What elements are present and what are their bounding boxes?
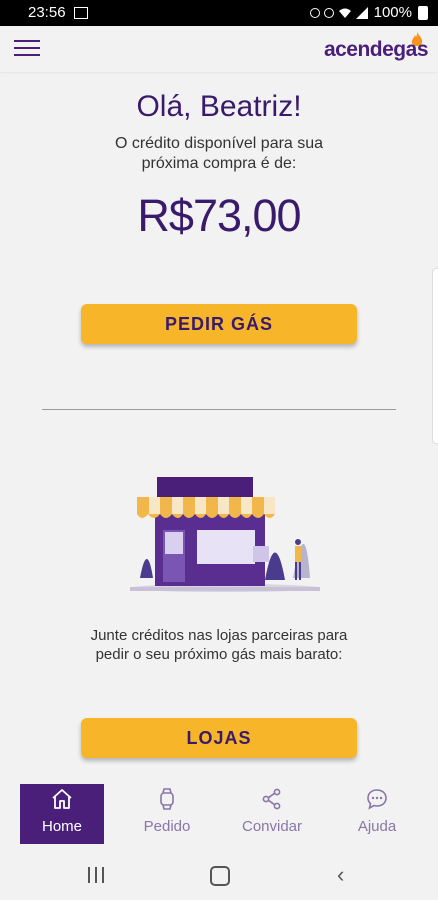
nav-home-label: Home [41, 818, 82, 835]
signal-icon [355, 6, 368, 19]
stores-button[interactable]: LOJAS [81, 718, 357, 758]
recents-icon[interactable] [88, 867, 106, 883]
nav-home[interactable]: Home [20, 784, 104, 844]
wifi-icon [338, 8, 351, 18]
battery-percent: 100% [373, 4, 412, 21]
status-bar: 23:56 100% [0, 0, 438, 26]
alarm-icon [309, 7, 320, 18]
app-bar: acendegas [0, 26, 438, 72]
menu-icon[interactable] [14, 40, 40, 58]
share-icon [262, 788, 281, 810]
nav-pedido-label: Pedido [143, 818, 191, 835]
divider [42, 409, 396, 410]
edge-panel-handle[interactable] [432, 268, 438, 444]
gallery-notification-icon [74, 7, 88, 19]
nav-pedido[interactable]: Pedido [125, 784, 209, 844]
store-illustration [130, 477, 320, 592]
mute-icon [323, 7, 334, 18]
battery-icon [418, 5, 428, 20]
nav-convidar[interactable]: Convidar [230, 784, 314, 844]
brand-logo: acendegas [323, 38, 429, 61]
status-icons: 100% [309, 4, 428, 21]
status-time: 23:56 [28, 4, 66, 21]
credit-description: O crédito disponível para sua próxima co… [114, 135, 324, 172]
watch-icon [160, 788, 174, 810]
order-gas-button[interactable]: PEDIR GÁS [81, 304, 357, 344]
home-icon [52, 789, 72, 809]
bottom-navigation: Home Pedido Convidar Ajuda [0, 780, 438, 850]
system-home-icon[interactable] [210, 866, 230, 886]
credit-amount: R$73,00 [137, 190, 301, 241]
chat-icon [367, 789, 387, 810]
nav-ajuda[interactable]: Ajuda [335, 784, 419, 844]
greeting-title: Olá, Beatriz! [136, 90, 302, 123]
nav-ajuda-label: Ajuda [357, 818, 397, 835]
system-navigation-bar: ‹ [0, 850, 438, 900]
back-icon[interactable]: ‹ [337, 864, 344, 886]
stores-description: Junte créditos nas lojas parceiras para … [90, 627, 348, 663]
nav-convidar-label: Convidar [241, 818, 303, 835]
